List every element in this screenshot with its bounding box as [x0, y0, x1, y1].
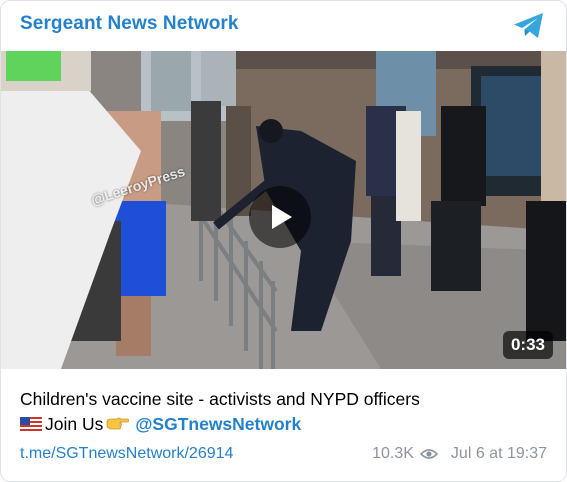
post-meta: 10.3K Jul 6 at 19:37 — [372, 445, 547, 463]
post-link[interactable]: t.me/SGTnewsNetwork/26914 — [20, 445, 233, 463]
telegram-post-card: Sergeant News Network @LeeroyPress 0:33 … — [0, 0, 567, 482]
post-footer: t.me/SGTnewsNetwork/26914 10.3K Jul 6 at… — [20, 445, 547, 467]
caption-line-1: Children's vaccine site - activists and … — [20, 389, 420, 409]
channel-name-link[interactable]: Sergeant News Network — [20, 13, 239, 35]
play-icon — [272, 205, 292, 229]
caption-line-2: Join Us @SGTnewsNetwork — [20, 412, 550, 437]
pointing-hand-icon — [106, 417, 130, 430]
eye-icon — [419, 449, 438, 459]
view-count: 10.3K — [372, 445, 414, 462]
join-us-text: Join Us — [45, 414, 104, 434]
post-caption: Children's vaccine site - activists and … — [20, 387, 550, 437]
channel-mention-link[interactable]: @SGTnewsNetwork — [135, 414, 301, 434]
post-date: Jul 6 at 19:37 — [450, 445, 547, 462]
telegram-icon[interactable] — [512, 11, 546, 41]
video-player[interactable]: @LeeroyPress 0:33 — [1, 51, 566, 369]
video-duration-badge: 0:33 — [502, 331, 553, 359]
us-flag-icon — [20, 417, 42, 432]
post-header: Sergeant News Network — [1, 1, 566, 51]
play-button[interactable] — [249, 186, 311, 248]
